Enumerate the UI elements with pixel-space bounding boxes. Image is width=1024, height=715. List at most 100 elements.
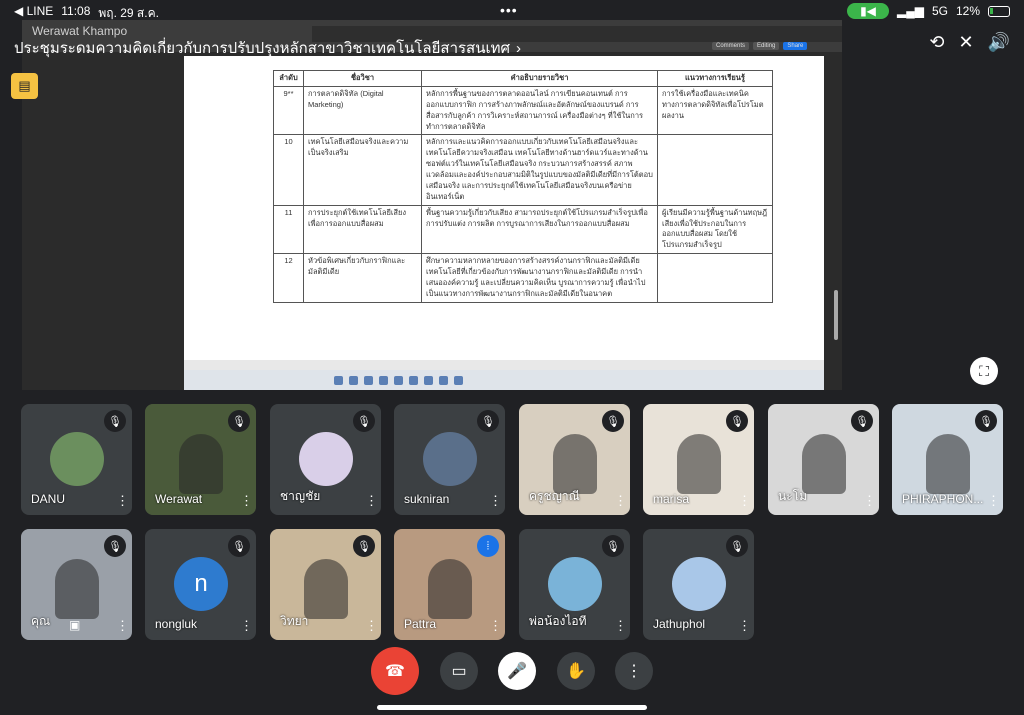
- mic-off-icon: 🎙: [353, 535, 375, 557]
- learning-guide: [657, 253, 773, 303]
- end-call-button[interactable]: ☎: [371, 647, 419, 695]
- participant-name: DANU: [31, 492, 66, 506]
- participant-tile[interactable]: 🎙 PHIRAPHON... ⋮: [892, 404, 1003, 515]
- meeting-title-button[interactable]: ประชุมระดมความคิดเกี่ยวกับการปรับปรุงหลั…: [14, 36, 521, 60]
- participant-tile[interactable]: 🎙 sukniran ⋮: [394, 404, 505, 515]
- participant-avatar: [548, 557, 602, 611]
- captions-off-icon[interactable]: ▤: [11, 73, 38, 99]
- battery-percent: 12%: [955, 4, 980, 18]
- row-number: 11: [273, 204, 304, 255]
- more-vert-icon[interactable]: ⋮: [738, 618, 751, 634]
- more-vert-icon[interactable]: ⋮: [240, 493, 253, 509]
- participant-tile[interactable]: 🎙 DANU ⋮: [21, 404, 132, 515]
- participant-figure: [304, 559, 348, 619]
- participant-name: วิทยา: [280, 614, 309, 628]
- more-vert-icon: ⋮: [626, 663, 642, 680]
- column-header: คำอธิบายรายวิชา: [421, 70, 658, 87]
- mic-off-icon: 🎙: [228, 410, 250, 432]
- share-button: Share: [783, 42, 808, 50]
- microphone-button[interactable]: 🎤: [498, 652, 536, 690]
- call-controls: ☎ ▭ 🎤 ✋ ⋮: [0, 647, 1024, 698]
- participant-figure: [926, 434, 970, 494]
- camera-button[interactable]: ▭: [440, 652, 478, 690]
- windows-taskbar: [184, 370, 824, 390]
- participant-name: พ่อน้องไอที: [529, 614, 587, 628]
- participant-tile[interactable]: 🎙 พ่อน้องไอที ⋮: [519, 529, 630, 640]
- participant-tile[interactable]: 🎙 marisa ⋮: [643, 404, 754, 515]
- multitask-dots-icon[interactable]: •••: [500, 2, 518, 18]
- switch-camera-icon[interactable]: ⟲: [929, 32, 944, 53]
- camera-in-use-icon: ▮◀: [846, 3, 889, 19]
- learning-guide: [657, 134, 773, 206]
- column-header: ชื่อวิชา: [303, 70, 422, 87]
- bluetooth-audio-icon[interactable]: ✕: [958, 32, 973, 53]
- mic-off-icon: 🎙: [104, 535, 126, 557]
- participant-tile[interactable]: 🎙 นะโม ⋮: [768, 404, 879, 515]
- course-description: หลักการและแนวคิดการออกแบบเกี่ยวกับเทคโนโ…: [421, 134, 658, 206]
- participant-tile[interactable]: 🎙 ครูชญาณี ⋮: [519, 404, 630, 515]
- speaker-icon[interactable]: 🔊: [988, 32, 1010, 53]
- more-vert-icon[interactable]: ⋮: [365, 618, 378, 634]
- participant-tile[interactable]: 🎙 วิทยา ⋮: [270, 529, 381, 640]
- participant-name: Jathuphol: [653, 617, 706, 631]
- participant-tile[interactable]: n 🎙 nongluk ⋮: [145, 529, 256, 640]
- document-statusbar: [184, 360, 824, 370]
- fullscreen-icon[interactable]: ⛶: [970, 357, 998, 385]
- participant-tile[interactable]: 🎙 ชาญชัย ⋮: [270, 404, 381, 515]
- document-page: ลำดับ ชื่อวิชา คำอธิบายรายวิชา แนวทางการ…: [184, 56, 824, 360]
- comments-button: Comments: [712, 42, 750, 50]
- more-options-button[interactable]: ⋮: [615, 652, 653, 690]
- table-header-row: ลำดับ ชื่อวิชา คำอธิบายรายวิชา แนวทางการ…: [273, 70, 773, 87]
- document-tools: Comments Editing Share: [712, 42, 808, 50]
- mic-off-icon: 🎙: [726, 535, 748, 557]
- home-indicator[interactable]: [377, 705, 647, 710]
- learning-guide: ผู้เรียนมีความรู้พื้นฐานด้านทฤษฎีเสียงเพ…: [657, 204, 773, 255]
- course-description: พื้นฐานความรู้เกี่ยวกับเสียง สามารถประยุ…: [421, 204, 658, 255]
- mic-off-icon: 🎙: [726, 410, 748, 432]
- more-vert-icon[interactable]: ⋮: [863, 493, 876, 509]
- course-name: การประยุกต์ใช้เทคโนโลยีเสียงเพื่อการออกแ…: [303, 204, 422, 255]
- participant-avatar: [672, 557, 726, 611]
- table-row: 10 เทคโนโลยีเสมือนจริงและความเป็นจริงเสร…: [273, 134, 773, 206]
- more-vert-icon[interactable]: ⋮: [365, 493, 378, 509]
- course-name: เทคโนโลยีเสมือนจริงและความเป็นจริงเสริม: [303, 134, 422, 206]
- mic-off-icon: 🎙: [477, 410, 499, 432]
- background-effects-icon[interactable]: ▣: [69, 618, 80, 632]
- network-type: 5G: [931, 4, 948, 18]
- raise-hand-button[interactable]: ✋: [557, 652, 595, 690]
- more-vert-icon[interactable]: ⋮: [489, 493, 502, 509]
- more-vert-icon[interactable]: ⋮: [614, 493, 627, 509]
- participant-avatar: n: [174, 557, 228, 611]
- more-vert-icon[interactable]: ⋮: [489, 618, 502, 634]
- row-number: 12: [273, 253, 304, 303]
- battery-icon: [988, 5, 1010, 17]
- participant-name: nongluk: [155, 617, 198, 631]
- participant-tile[interactable]: 🎙 Werawat ⋮: [145, 404, 256, 515]
- more-vert-icon[interactable]: ⋮: [614, 618, 627, 634]
- participant-avatar: [50, 432, 104, 486]
- participant-figure: [55, 559, 99, 619]
- status-bar: ◀ LINE 11:08 พฤ. 29 ส.ค. ••• ▮◀ ▂▄▆ 5G 1…: [0, 0, 1024, 22]
- participant-figure: [428, 559, 472, 619]
- participant-tile[interactable]: 🎙 คุณ ▣ ⋮: [21, 529, 132, 640]
- participant-name: Werawat: [155, 492, 203, 506]
- participant-tile[interactable]: ⦙ Pattra ⋮: [394, 529, 505, 640]
- more-vert-icon[interactable]: ⋮: [116, 618, 129, 634]
- more-vert-icon[interactable]: ⋮: [987, 493, 1000, 509]
- camera-icon: ▭: [451, 663, 467, 680]
- participant-name: ชาญชัย: [280, 489, 321, 503]
- participant-avatar: [299, 432, 353, 486]
- participant-name: PHIRAPHON...: [902, 492, 984, 506]
- learning-guide: การใช้เครื่องมือและเทคนิคทางการตลาดดิจิท…: [657, 85, 773, 136]
- raise-hand-icon: ✋: [566, 663, 586, 680]
- participant-name: Pattra: [404, 617, 437, 631]
- signal-icon: ▂▄▆: [896, 4, 924, 18]
- more-vert-icon[interactable]: ⋮: [738, 493, 751, 509]
- more-vert-icon[interactable]: ⋮: [240, 618, 253, 634]
- editing-button: Editing: [753, 42, 780, 50]
- more-vert-icon[interactable]: ⋮: [116, 493, 129, 509]
- participant-name: นะโม: [778, 489, 808, 503]
- participant-avatar: [423, 432, 477, 486]
- participant-name: sukniran: [404, 492, 450, 506]
- participant-tile[interactable]: 🎙 Jathuphol ⋮: [643, 529, 754, 640]
